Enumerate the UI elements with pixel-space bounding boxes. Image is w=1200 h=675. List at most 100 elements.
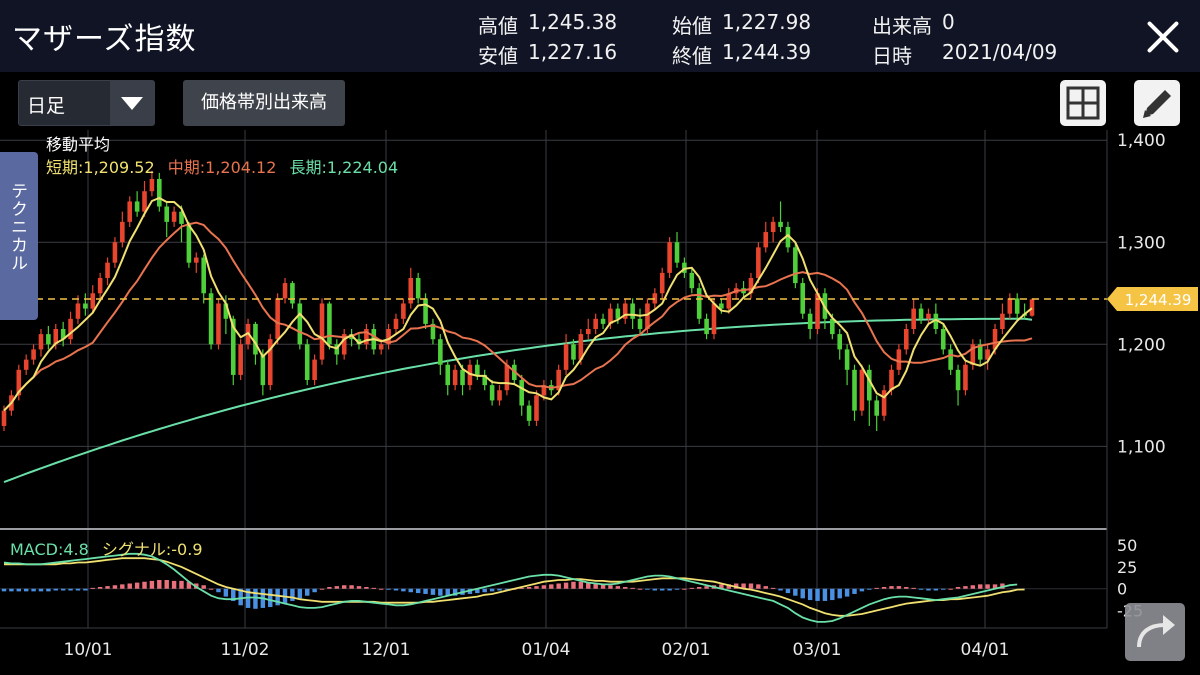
macd-histogram-bar [748, 583, 754, 589]
candle-body [940, 329, 946, 350]
macd-histogram-bar [852, 588, 857, 594]
macd-histogram-bar [60, 588, 66, 591]
macd-histogram-bar [386, 588, 391, 590]
candle-body [763, 232, 769, 248]
macd-histogram-bar [652, 588, 658, 591]
macd-histogram-bar [1, 588, 7, 592]
candle-body [1014, 298, 1020, 314]
macd-histogram-bar [105, 586, 110, 589]
candle-body [689, 272, 695, 289]
date-tick-label: 11/02 [221, 640, 270, 660]
candle-body [770, 221, 776, 233]
candle-body [615, 308, 621, 319]
candle-body [105, 262, 110, 278]
price-tick-label: 1,300 [1117, 233, 1166, 253]
candle-body [68, 318, 73, 340]
macd-histogram-bar [941, 588, 946, 590]
candle-body [903, 329, 909, 350]
ma-mid-value: 中期:1,204.12 [167, 158, 277, 177]
macd-histogram-bar [623, 586, 628, 589]
macd-histogram-bar [541, 585, 547, 589]
date-tick-label: 03/01 [793, 640, 842, 660]
candle-body [423, 298, 428, 324]
macd-histogram-bar [770, 587, 776, 589]
technical-tab[interactable]: テクニカル [0, 152, 38, 320]
candle-body [630, 303, 635, 319]
candle-body [674, 242, 680, 263]
macd-histogram-bar [970, 585, 976, 589]
candle-body [97, 277, 103, 294]
candle-body [585, 329, 591, 335]
price-tick-label: 1,200 [1117, 335, 1166, 355]
candle-body [1, 410, 7, 426]
candle-body [164, 206, 169, 222]
candle-body [852, 369, 857, 411]
macd-histogram-bar [896, 586, 902, 589]
candle-body [756, 247, 761, 278]
macd-histogram-bar [201, 585, 206, 589]
signal-value: シグナル:-0.9 [101, 540, 203, 559]
candle-body [711, 303, 717, 335]
macd-histogram-bar [955, 586, 961, 589]
scroll-latest-button[interactable] [1125, 603, 1185, 661]
macd-histogram-bar [327, 586, 332, 589]
macd-histogram-bar [23, 588, 29, 592]
technical-tab-label: テクニカル [7, 182, 27, 272]
macd-histogram-bar [830, 588, 835, 601]
macd-histogram-bar [75, 588, 81, 591]
candle-body [46, 334, 51, 345]
candle-body [445, 364, 451, 386]
macd-histogram-bar [149, 580, 155, 589]
candle-body [837, 334, 843, 350]
candle-body [83, 303, 88, 309]
candle-body [297, 303, 303, 345]
macd-histogram-bar [134, 582, 140, 589]
macd-line [3, 552, 1018, 623]
macd-histogram-bar [918, 588, 924, 590]
date-tick-label: 01/04 [522, 640, 571, 660]
macd-histogram-bar [179, 580, 184, 589]
macd-histogram-bar [822, 588, 828, 601]
macd-histogram-bar [526, 586, 532, 589]
candle-body [881, 390, 887, 416]
macd-histogram-bar [142, 581, 147, 589]
macd-histogram-bar [393, 588, 399, 591]
macd-histogram-bar [157, 580, 162, 589]
macd-histogram-bar [563, 582, 569, 589]
macd-histogram-bar [549, 584, 554, 589]
candle-body [452, 369, 458, 386]
candle-body [401, 303, 406, 319]
macd-histogram-bar [556, 583, 561, 589]
macd-histogram-bar [985, 584, 990, 589]
macd-histogram-bar [356, 586, 362, 589]
candle-body [186, 223, 192, 263]
candle-body [112, 242, 118, 263]
candle-body [193, 257, 199, 263]
candle-body [75, 303, 81, 319]
macd-histogram-bar [305, 588, 310, 596]
candle-body [519, 380, 524, 406]
current-price-label: 1,244.39 [1125, 291, 1192, 309]
candle-body [659, 272, 665, 294]
candle-body [593, 318, 598, 329]
macd-histogram-bar [926, 588, 931, 591]
macd-histogram-bar [844, 588, 850, 597]
macd-histogram-bar [216, 588, 221, 593]
macd-histogram-bar [120, 584, 125, 589]
candle-body [889, 369, 894, 391]
candle-body [645, 303, 650, 329]
macd-histogram-bar [659, 588, 665, 591]
macd-histogram-bar [253, 588, 258, 609]
candle-body [171, 211, 177, 222]
macd-histogram-bar [68, 588, 73, 591]
macd-histogram-bar [497, 588, 502, 591]
candle-body [475, 364, 480, 375]
ma-legend: 短期:1,209.52 中期:1,204.12 長期:1,224.04 [46, 154, 398, 178]
candle-body [963, 364, 968, 391]
macd-histogram-bar [689, 587, 695, 589]
macd-histogram-bar [97, 586, 103, 589]
date-tick-label: 10/01 [64, 640, 113, 660]
macd-histogram-bar [874, 587, 879, 589]
macd-histogram-bar [401, 588, 406, 592]
macd-histogram-bar [171, 580, 177, 589]
